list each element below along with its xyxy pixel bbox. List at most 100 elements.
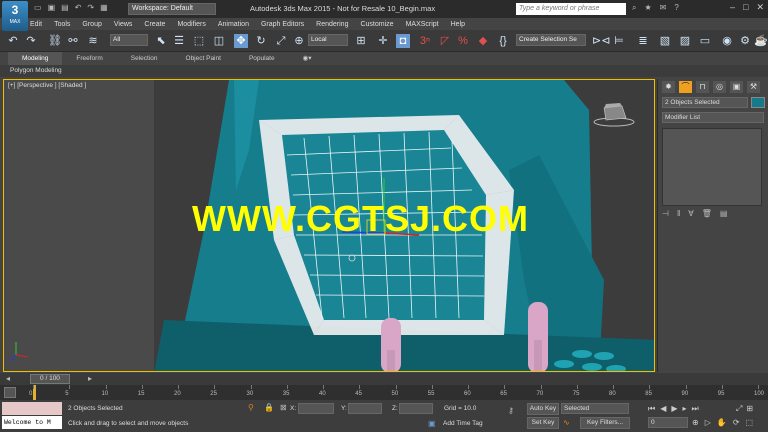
- orbit-icon[interactable]: ⟳: [733, 418, 740, 427]
- menu-create[interactable]: Create: [144, 21, 165, 28]
- create-tab-icon[interactable]: ✸: [662, 81, 675, 93]
- render-setup-icon[interactable]: ⚙: [738, 34, 752, 48]
- mirror-icon[interactable]: ⊳⊲: [592, 34, 610, 48]
- key-tangent-icon[interactable]: ∿: [563, 418, 570, 427]
- new-file-icon[interactable]: ▭: [34, 3, 42, 12]
- select-move-icon[interactable]: ✥: [234, 34, 248, 48]
- binoculars-icon[interactable]: ⌕: [632, 3, 636, 13]
- close-icon[interactable]: ✕: [756, 2, 764, 13]
- show-end-result-icon[interactable]: ‖: [677, 209, 680, 218]
- ribbon-options-icon[interactable]: ◉▾: [289, 52, 326, 65]
- search-input[interactable]: Type a keyword or phrase: [516, 3, 626, 15]
- y-coordinate-field[interactable]: [348, 403, 382, 414]
- current-frame-field[interactable]: 0: [648, 417, 688, 428]
- selection-lock-icon[interactable]: 🔒: [264, 403, 274, 412]
- placement-icon[interactable]: ⊕: [292, 34, 306, 48]
- x-coordinate-field[interactable]: [298, 403, 334, 414]
- go-to-end-icon[interactable]: ⏭: [692, 404, 699, 414]
- menu-modifiers[interactable]: Modifiers: [177, 21, 205, 28]
- zoom-all-icon[interactable]: ⊞: [746, 404, 753, 414]
- time-slider[interactable]: ◂ 0 / 100 ▸: [0, 373, 768, 385]
- selection-filter-dropdown[interactable]: All: [110, 34, 148, 46]
- menu-rendering[interactable]: Rendering: [316, 21, 348, 28]
- key-icon[interactable]: ⚷: [508, 406, 514, 415]
- perspective-viewport[interactable]: [+] [Perspective ] [Shaded ] WWW.CGTSJ.C…: [3, 79, 655, 372]
- minimize-icon[interactable]: –: [730, 2, 735, 13]
- workspace-dropdown[interactable]: Workspace: Default: [128, 3, 216, 15]
- play-icon[interactable]: ▶: [671, 404, 677, 414]
- rectangular-selection-icon[interactable]: ⬚: [192, 34, 206, 48]
- render-icon[interactable]: ☕: [754, 34, 768, 48]
- unlink-icon[interactable]: ⚯: [66, 34, 80, 48]
- align-icon[interactable]: ⊨: [612, 34, 626, 48]
- maximize-icon[interactable]: □: [743, 2, 748, 13]
- select-rotate-icon[interactable]: ↻: [254, 34, 268, 48]
- tab-object-paint[interactable]: Object Paint: [172, 52, 235, 65]
- maxscript-listener-input[interactable]: [2, 402, 62, 415]
- zoom-extents-icon[interactable]: ⤢: [736, 404, 742, 414]
- menu-group[interactable]: Group: [82, 21, 101, 28]
- track-bar[interactable]: 0 5 10 15 20 25 30 35 40 45 50 55 60 65 70 75 80 85 90 95 10…: [0, 385, 768, 400]
- z-coordinate-field[interactable]: [399, 403, 433, 414]
- time-tag-icon[interactable]: ▣: [428, 419, 436, 428]
- communication-icon[interactable]: ✉: [660, 3, 667, 13]
- set-key-button[interactable]: Set Key: [527, 417, 559, 429]
- menu-help[interactable]: Help: [451, 21, 465, 28]
- select-scale-icon[interactable]: ⤢: [274, 34, 288, 48]
- menu-views[interactable]: Views: [114, 21, 133, 28]
- object-color-swatch[interactable]: [751, 97, 765, 108]
- pan-icon[interactable]: ✋: [717, 418, 727, 427]
- subscription-icon[interactable]: ★: [644, 3, 651, 13]
- select-manipulate-icon[interactable]: ✛: [376, 34, 390, 48]
- menu-tools[interactable]: Tools: [54, 21, 70, 28]
- edit-named-selection-icon[interactable]: {}: [496, 34, 510, 48]
- display-tab-icon[interactable]: ▣: [730, 81, 743, 93]
- absolute-mode-icon[interactable]: ⊠: [280, 403, 287, 412]
- window-crossing-icon[interactable]: ◫: [212, 34, 226, 48]
- remove-modifier-icon[interactable]: 🗑: [702, 209, 712, 218]
- pin-stack-icon[interactable]: ⊣: [662, 209, 669, 218]
- modifier-stack[interactable]: [662, 128, 762, 206]
- isolate-selection-icon[interactable]: ⚲: [248, 403, 254, 412]
- menu-animation[interactable]: Animation: [218, 21, 249, 28]
- scene-explorer-icon[interactable]: ≣: [636, 34, 650, 48]
- make-unique-icon[interactable]: ∀: [688, 209, 693, 218]
- project-folder-icon[interactable]: ▦: [100, 3, 108, 12]
- help-icon[interactable]: ?: [674, 3, 678, 13]
- angle-snap-icon[interactable]: ◸: [438, 34, 452, 48]
- menu-customize[interactable]: Customize: [360, 21, 393, 28]
- tab-populate[interactable]: Populate: [235, 52, 289, 65]
- layer-explorer-icon[interactable]: ▧: [658, 34, 672, 48]
- graphite-toolbar-icon[interactable]: ▨: [678, 34, 692, 48]
- undo-icon[interactable]: ↶: [75, 3, 82, 12]
- time-slider-thumb[interactable]: 0 / 100: [30, 374, 70, 384]
- modify-tab-icon[interactable]: ⌒: [679, 81, 692, 93]
- tab-selection[interactable]: Selection: [117, 52, 172, 65]
- utilities-tab-icon[interactable]: ⚒: [747, 81, 760, 93]
- viewport-label[interactable]: [+] [Perspective ] [Shaded ]: [8, 82, 86, 89]
- save-file-icon[interactable]: ▤: [61, 3, 69, 12]
- open-file-icon[interactable]: ▣: [48, 3, 56, 12]
- named-selection-sets-dropdown[interactable]: Create Selection Se: [516, 34, 586, 46]
- redo-icon[interactable]: ↷: [87, 3, 94, 12]
- menu-graph-editors[interactable]: Graph Editors: [261, 21, 304, 28]
- object-name-field[interactable]: 2 Objects Selected: [662, 97, 748, 108]
- material-editor-icon[interactable]: ◉: [720, 34, 734, 48]
- reference-coordinate-dropdown[interactable]: Local: [308, 34, 348, 46]
- pivot-center-icon[interactable]: ⊞: [354, 34, 368, 48]
- spinner-snap-icon[interactable]: ◆: [476, 34, 490, 48]
- menu-edit[interactable]: Edit: [30, 21, 42, 28]
- bind-spacewarp-icon[interactable]: ≋: [86, 34, 100, 48]
- next-frame-icon[interactable]: ▸: [683, 404, 687, 414]
- go-to-start-icon[interactable]: ⏮: [648, 404, 655, 414]
- key-filters-button[interactable]: Key Filters...: [580, 417, 630, 429]
- ribbon-panel-polygon-modeling[interactable]: Polygon Modeling: [0, 65, 768, 77]
- motion-tab-icon[interactable]: ◎: [713, 81, 726, 93]
- auto-key-button[interactable]: Auto Key: [527, 403, 559, 415]
- menu-maxscript[interactable]: MAXScript: [406, 21, 439, 28]
- link-icon[interactable]: ⛓: [48, 34, 62, 48]
- snaps-toggle-icon[interactable]: 3ⁿ: [418, 34, 432, 48]
- mini-curve-editor-icon[interactable]: [4, 387, 16, 398]
- tab-freeform[interactable]: Freeform: [62, 52, 116, 65]
- application-button[interactable]: 3 MAX: [2, 1, 28, 31]
